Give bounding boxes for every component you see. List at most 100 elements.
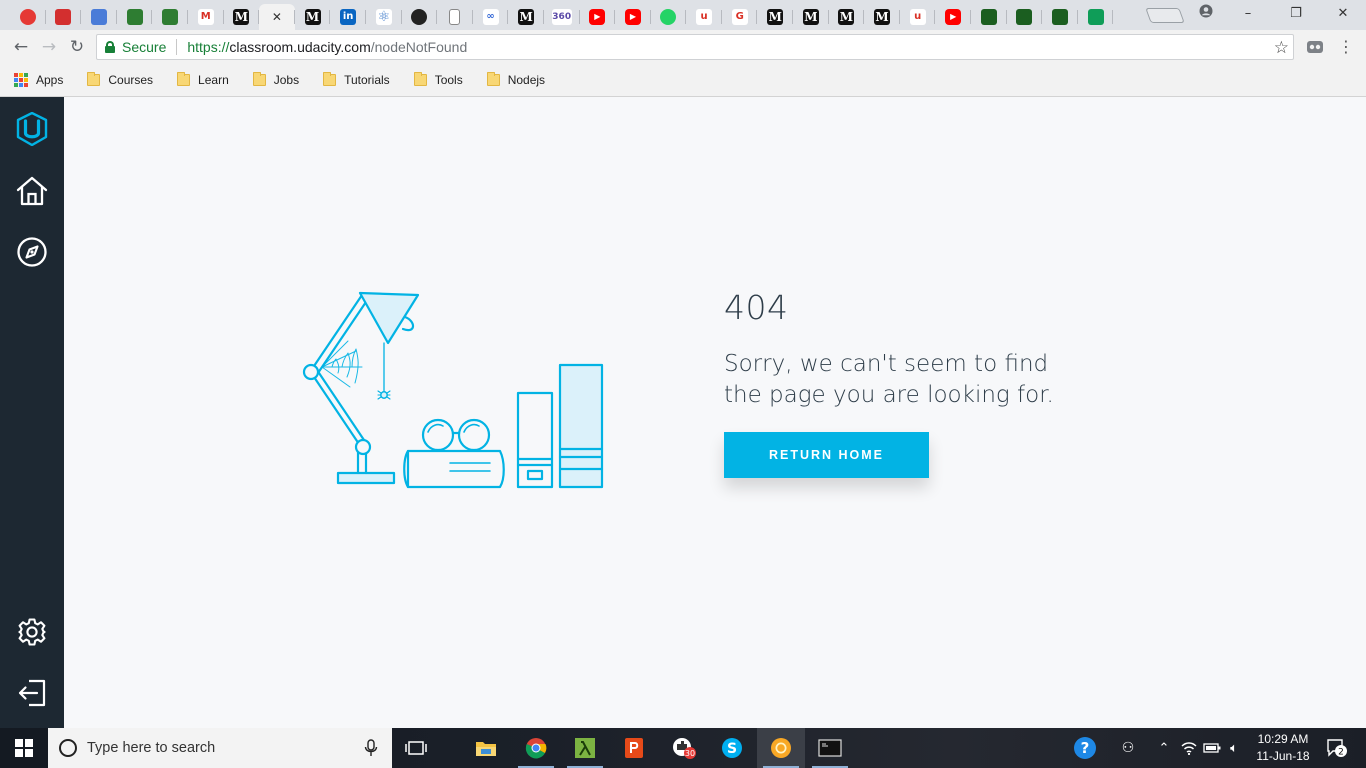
browser-tab[interactable]: M <box>829 4 865 30</box>
svg-text:S: S <box>727 741 737 757</box>
bookmark-folder[interactable]: Tutorials <box>323 68 390 92</box>
bookmark-folder[interactable]: Learn <box>177 68 229 92</box>
browser-tab[interactable] <box>46 4 82 30</box>
reload-button[interactable]: ↻ <box>66 36 88 58</box>
bookmark-folder[interactable]: Jobs <box>252 68 299 92</box>
minimize-button[interactable]: – <box>1237 4 1259 24</box>
address-bar[interactable]: Secure https://classroom.udacity.com/nod… <box>96 34 1294 60</box>
browser-tab[interactable]: G <box>722 4 758 30</box>
url-path: /nodeNotFound <box>370 39 468 55</box>
browser-tab[interactable]: M <box>793 4 829 30</box>
bookmark-folder[interactable]: Courses <box>87 68 153 92</box>
people-icon[interactable]: ⚇ <box>1116 728 1140 768</box>
browser-tab[interactable]: M <box>295 4 331 30</box>
battery-icon[interactable] <box>1202 728 1222 768</box>
close-window-button[interactable]: ✕ <box>1332 4 1354 24</box>
browser-tab[interactable] <box>117 4 153 30</box>
360-icon: 360 <box>551 9 572 25</box>
terminal-icon[interactable] <box>806 728 854 768</box>
youtube-icon: ▶ <box>624 9 641 25</box>
browser-tab[interactable] <box>10 4 46 30</box>
action-center-icon[interactable]: 2 <box>1322 728 1352 768</box>
red-diamond-icon <box>19 9 36 25</box>
logout-icon[interactable] <box>14 675 50 711</box>
browser-tab[interactable]: ▶ <box>935 4 971 30</box>
browser-tab[interactable]: in <box>330 4 366 30</box>
browser-tab[interactable]: ⚛ <box>366 4 402 30</box>
browser-tab[interactable]: u <box>686 4 722 30</box>
browser-tab[interactable] <box>1042 4 1078 30</box>
file-explorer-icon[interactable] <box>462 728 510 768</box>
whatsapp-icon <box>660 9 677 25</box>
taskbar-search-box[interactable]: Type here to search <box>48 728 392 768</box>
compass-icon[interactable] <box>14 234 50 270</box>
skype-icon[interactable]: S <box>708 728 756 768</box>
youtube-icon: ▶ <box>589 9 606 25</box>
bookmark-label: Tools <box>434 73 463 87</box>
hackerrank-icon <box>126 9 143 25</box>
browser-tab[interactable] <box>1007 4 1043 30</box>
browser-tab[interactable]: M <box>508 4 544 30</box>
profile-icon[interactable] <box>1195 4 1217 24</box>
puzzle-app-icon[interactable]: 30 <box>660 728 708 768</box>
browser-tab[interactable]: ✕ <box>259 4 295 30</box>
browser-tab[interactable] <box>402 4 438 30</box>
back-button[interactable]: ← <box>10 36 32 58</box>
bookmark-star-icon[interactable]: ☆ <box>1274 35 1289 61</box>
settings-icon[interactable] <box>14 614 50 650</box>
folder-icon <box>486 72 500 86</box>
browser-tab[interactable]: M <box>224 4 260 30</box>
browser-tab[interactable] <box>1078 4 1114 30</box>
bookmark-folder[interactable]: Nodejs <box>486 68 545 92</box>
volume-icon[interactable]: 🔈︎ <box>1224 728 1244 768</box>
bookmark-label: Apps <box>36 73 64 87</box>
wifi-icon[interactable] <box>1180 728 1198 768</box>
medium-icon: M <box>518 9 535 25</box>
powerpoint-icon[interactable] <box>610 728 658 768</box>
react-icon: ⚛ <box>375 9 392 25</box>
browser-tab[interactable]: ∞ <box>473 4 509 30</box>
lamp-books-illustration <box>300 287 610 493</box>
chrome-icon[interactable] <box>512 728 560 768</box>
browser-tab[interactable]: M <box>188 4 224 30</box>
help-icon[interactable]: ? <box>1070 728 1100 768</box>
task-view-icon[interactable] <box>392 728 440 768</box>
hackerrank-icon <box>162 9 179 25</box>
bookmark-folder[interactable]: Tools <box>413 68 463 92</box>
browser-tab[interactable]: ▶ <box>580 4 616 30</box>
forward-button[interactable]: → <box>38 36 60 58</box>
microphone-icon[interactable] <box>364 739 378 757</box>
udacity-logo-icon[interactable] <box>14 111 50 147</box>
tab-list: M M ✕ Min ⚛ ∞ M 360 ▶ ▶ u G M M M Mu ▶ <box>10 4 1114 30</box>
lambda-app-icon[interactable] <box>561 728 609 768</box>
browser-tab[interactable] <box>437 4 473 30</box>
mongodb-icon <box>1016 9 1033 25</box>
home-icon[interactable] <box>14 173 50 209</box>
browser-tab[interactable]: ▶ <box>615 4 651 30</box>
bookmarks-bar: Apps Courses Learn Jobs Tutorials Tools Nodejs <box>0 64 1366 97</box>
browser-tab[interactable]: M <box>757 4 793 30</box>
chevron-up-icon[interactable]: ⌃ <box>1154 728 1174 768</box>
apps-grid-icon <box>14 73 28 87</box>
browser-tab[interactable] <box>81 4 117 30</box>
browser-tab[interactable]: 360 <box>544 4 580 30</box>
browser-tab[interactable] <box>971 4 1007 30</box>
browser-tab[interactable] <box>152 4 188 30</box>
action-center-count: 2 <box>1338 748 1344 758</box>
chrome-canary-icon[interactable] <box>757 728 805 768</box>
bookmark-apps[interactable]: Apps <box>14 68 63 92</box>
browser-tab[interactable]: M <box>864 4 900 30</box>
new-tab-button[interactable] <box>1145 8 1185 23</box>
restore-button[interactable]: ❐ <box>1285 4 1307 24</box>
secure-label: Secure <box>122 39 167 55</box>
mongodb-icon <box>1052 9 1069 25</box>
medium-icon: M <box>838 9 855 25</box>
browser-tab[interactable] <box>651 4 687 30</box>
browser-toolbar: ← → ↻ Secure https://classroom.udacity.c… <box>0 30 1366 64</box>
chrome-menu-icon[interactable]: ⋮ <box>1338 36 1354 58</box>
start-button[interactable] <box>0 728 48 768</box>
browser-tab[interactable]: u <box>900 4 936 30</box>
return-home-button[interactable]: RETURN HOME <box>724 432 929 478</box>
system-clock[interactable]: 10:29 AM 11-Jun-18 <box>1246 731 1320 765</box>
extension-icon[interactable] <box>1306 38 1324 56</box>
